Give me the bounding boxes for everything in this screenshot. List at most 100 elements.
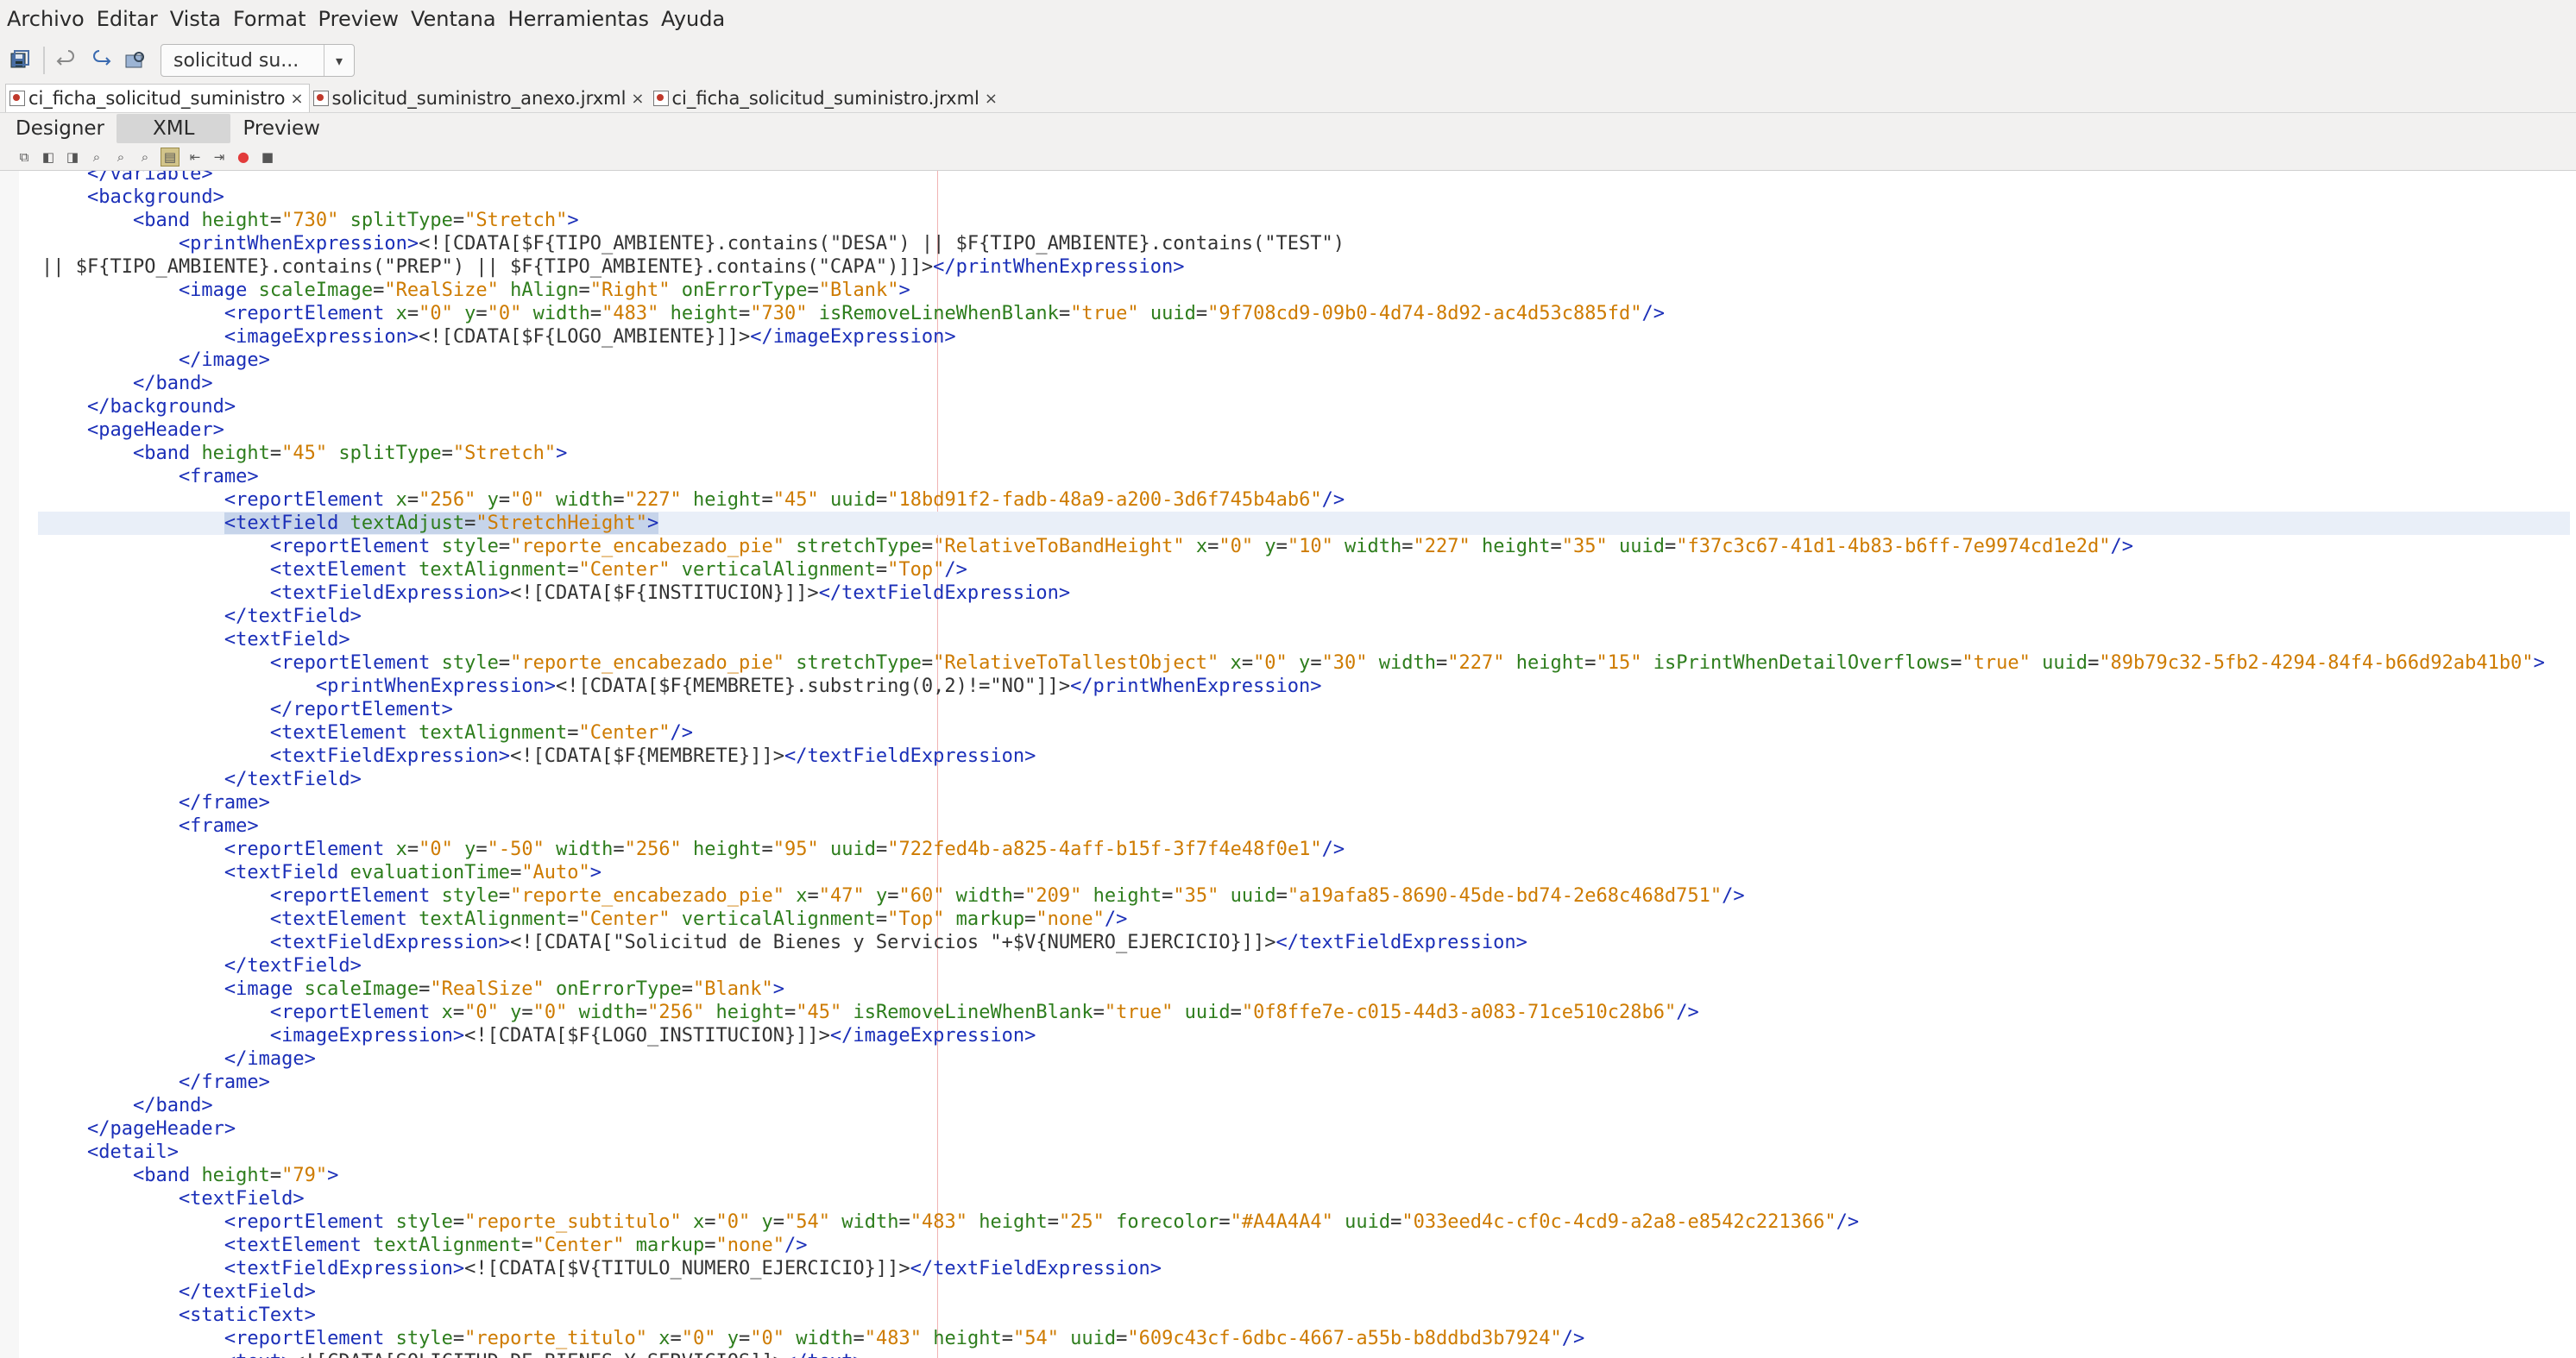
code-token: "0": [1219, 536, 1254, 557]
code-line[interactable]: </pageHeader>: [41, 1117, 2570, 1141]
code-token: =: [452, 1328, 465, 1349]
doc-tab-2[interactable]: solicitud_suministro_anexo.jrxml ×: [310, 85, 650, 112]
code-line[interactable]: </variable>: [41, 171, 2570, 185]
code-token: "209": [1024, 885, 1082, 907]
code-token: height: [921, 1328, 1002, 1349]
toggle-highlight-icon[interactable]: ▤: [161, 147, 180, 167]
code-line[interactable]: <reportElement style="reporte_encabezado…: [41, 884, 2570, 908]
code-line[interactable]: </background>: [41, 395, 2570, 418]
code-line[interactable]: </textField>: [41, 768, 2570, 791]
preview-icon[interactable]: [123, 47, 148, 73]
code-line[interactable]: <reportElement x="0" y="-50" width="256"…: [41, 838, 2570, 861]
undo-icon[interactable]: [54, 47, 79, 73]
code-line[interactable]: <textField>: [41, 628, 2570, 651]
code-line[interactable]: <textElement textAlignment="Center" mark…: [41, 1234, 2570, 1257]
menu-ventana[interactable]: Ventana: [411, 7, 496, 31]
chevron-down-icon[interactable]: ▾: [324, 45, 354, 76]
code-line[interactable]: <detail>: [41, 1141, 2570, 1164]
code-line[interactable]: <imageExpression><![CDATA[$F{LOGO_INSTIT…: [41, 1024, 2570, 1047]
code-line[interactable]: <textElement textAlignment="Center" vert…: [41, 908, 2570, 931]
save-all-icon[interactable]: [7, 47, 33, 73]
code-line[interactable]: <textField>: [41, 1187, 2570, 1210]
code-line[interactable]: </image>: [41, 1047, 2570, 1071]
code-line[interactable]: <textFieldExpression><![CDATA[$V{TITULO_…: [41, 1257, 2570, 1280]
code-line[interactable]: </band>: [41, 1094, 2570, 1117]
tab-designer[interactable]: Designer: [7, 114, 113, 143]
code-line[interactable]: <background>: [41, 185, 2570, 209]
code-line[interactable]: </reportElement>: [41, 698, 2570, 721]
code-line[interactable]: <textField evaluationTime="Auto">: [41, 861, 2570, 884]
code-line[interactable]: <reportElement x="0" y="0" width="256" h…: [41, 1001, 2570, 1024]
code-token: "0": [681, 1328, 716, 1349]
report-selector[interactable]: solicitud su... ▾: [161, 44, 355, 77]
code-line[interactable]: <printWhenExpression><![CDATA[$F{MEMBRET…: [41, 675, 2570, 698]
code-line[interactable]: <textElement textAlignment="Center" vert…: [41, 558, 2570, 582]
xml-code[interactable]: </variable> <background> <band height="7…: [38, 171, 2570, 1358]
code-line[interactable]: || $F{TIPO_AMBIENTE}.contains("PREP") ||…: [41, 255, 2570, 279]
code-token: =: [464, 512, 476, 534]
code-line[interactable]: <reportElement style="reporte_subtitulo"…: [41, 1210, 2570, 1234]
code-line[interactable]: <image scaleImage="RealSize" onErrorType…: [41, 978, 2570, 1001]
record-macro-icon[interactable]: ●: [235, 148, 252, 166]
back-icon[interactable]: ◧: [40, 148, 57, 166]
code-token: forecolor: [1104, 1211, 1219, 1233]
code-line[interactable]: <image scaleImage="RealSize" hAlign="Rig…: [41, 279, 2570, 302]
last-edit-icon[interactable]: ⧉: [16, 148, 33, 166]
menu-vista[interactable]: Vista: [170, 7, 221, 31]
find-selection-icon[interactable]: ⌕: [136, 148, 154, 166]
menu-archivo[interactable]: Archivo: [7, 7, 85, 31]
close-icon[interactable]: ×: [985, 90, 998, 108]
tab-xml[interactable]: XML: [117, 113, 231, 143]
code-line[interactable]: </textField>: [41, 605, 2570, 628]
close-icon[interactable]: ×: [290, 90, 303, 108]
code-line[interactable]: <text><![CDATA[SOLICITUD DE BIENES Y SER…: [41, 1350, 2570, 1358]
doc-tab-3[interactable]: ci_ficha_solicitud_suministro.jrxml ×: [650, 85, 1003, 112]
find-next-icon[interactable]: ⌕: [112, 148, 129, 166]
menu-format[interactable]: Format: [233, 7, 306, 31]
code-token: <textField>: [41, 629, 350, 651]
shift-right-icon[interactable]: ⇥: [211, 148, 228, 166]
code-line[interactable]: <staticText>: [41, 1304, 2570, 1327]
code-line[interactable]: <band height="730" splitType="Stretch">: [41, 209, 2570, 232]
code-line[interactable]: <band height="45" splitType="Stretch">: [41, 442, 2570, 465]
code-line[interactable]: <reportElement style="reporte_encabezado…: [41, 651, 2570, 675]
code-line[interactable]: <printWhenExpression><![CDATA[$F{TIPO_AM…: [41, 232, 2570, 255]
code-line[interactable]: <imageExpression><![CDATA[$F{LOGO_AMBIEN…: [41, 325, 2570, 349]
doc-tab-1[interactable]: ci_ficha_solicitud_suministro ×: [5, 84, 310, 112]
redo-icon[interactable]: [88, 47, 114, 73]
code-line[interactable]: </frame>: [41, 791, 2570, 814]
code-line[interactable]: <reportElement x="256" y="0" width="227"…: [41, 488, 2570, 512]
code-line[interactable]: </frame>: [41, 1071, 2570, 1094]
code-line[interactable]: </textField>: [41, 1280, 2570, 1304]
menu-herramientas[interactable]: Herramientas: [508, 7, 649, 31]
code-line[interactable]: <textFieldExpression><![CDATA["Solicitud…: [41, 931, 2570, 954]
code-line[interactable]: <reportElement style="reporte_encabezado…: [41, 535, 2570, 558]
code-line[interactable]: <band height="79">: [41, 1164, 2570, 1187]
menu-preview[interactable]: Preview: [318, 7, 399, 31]
code-line[interactable]: <textElement textAlignment="Center"/>: [41, 721, 2570, 745]
close-icon[interactable]: ×: [631, 90, 644, 108]
code-token: "483": [864, 1328, 922, 1349]
menu-editar[interactable]: Editar: [97, 7, 158, 31]
code-line[interactable]: <reportElement style="reporte_titulo" x=…: [41, 1327, 2570, 1350]
code-line[interactable]: </textField>: [41, 954, 2570, 978]
code-line[interactable]: <textFieldExpression><![CDATA[$F{MEMBRET…: [41, 745, 2570, 768]
code-line[interactable]: <frame>: [41, 814, 2570, 838]
menu-ayuda[interactable]: Ayuda: [661, 7, 725, 31]
shift-left-icon[interactable]: ⇤: [186, 148, 204, 166]
find-previous-icon[interactable]: ⌕: [88, 148, 105, 166]
code-token: "Center": [532, 1235, 625, 1256]
xml-editor[interactable]: </variable> <background> <band height="7…: [0, 171, 2576, 1358]
code-line[interactable]: </band>: [41, 372, 2570, 395]
code-line[interactable]: </image>: [41, 349, 2570, 372]
toolbar-separator: [43, 47, 45, 74]
forward-icon[interactable]: ◨: [64, 148, 81, 166]
code-line[interactable]: <frame>: [41, 465, 2570, 488]
code-line[interactable]: <pageHeader>: [41, 418, 2570, 442]
stop-macro-icon[interactable]: ■: [259, 148, 276, 166]
tab-preview[interactable]: Preview: [234, 114, 329, 143]
code-token: evaluationTime: [350, 862, 511, 883]
code-line[interactable]: <reportElement x="0" y="0" width="483" h…: [41, 302, 2570, 325]
code-line[interactable]: <textField textAdjust="StretchHeight">: [38, 512, 2570, 535]
code-line[interactable]: <textFieldExpression><![CDATA[$F{INSTITU…: [41, 582, 2570, 605]
